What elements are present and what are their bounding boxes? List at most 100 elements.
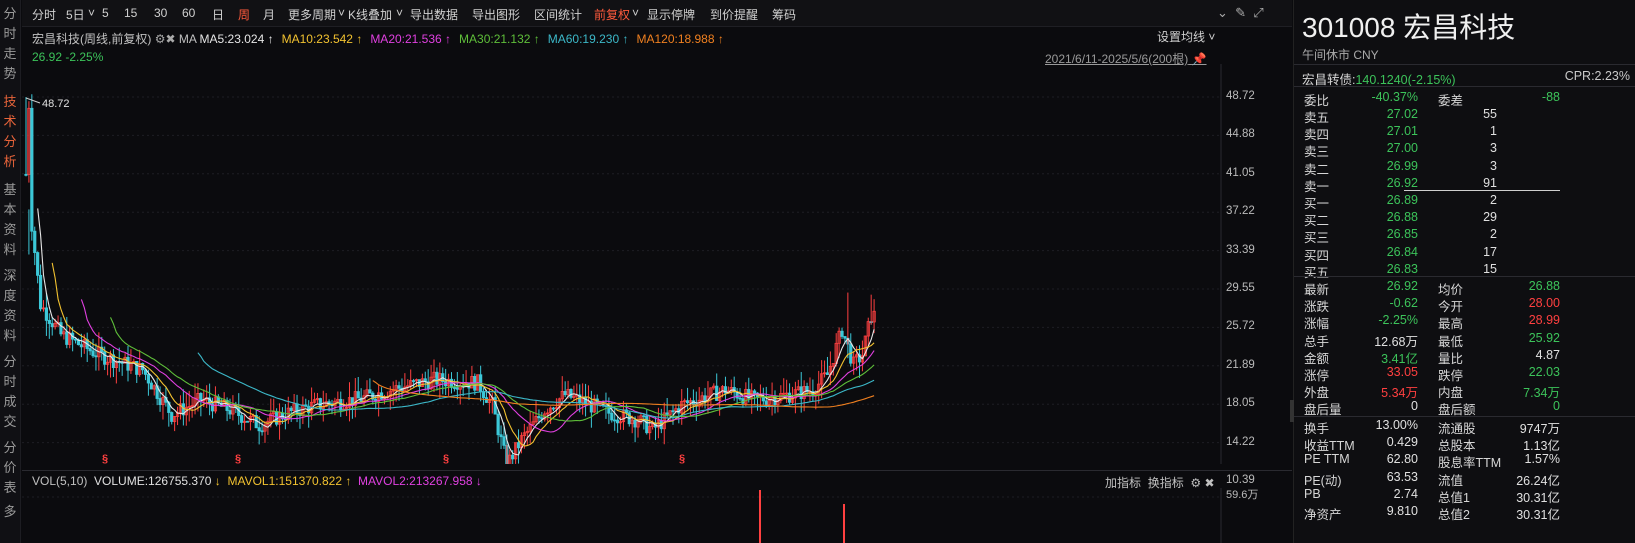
ask-label: 卖一 — [1304, 179, 1330, 194]
toolbar-item-0[interactable]: 分时 — [32, 6, 56, 23]
toolbar-item-12[interactable]: K线叠加 — [348, 6, 392, 23]
nav-tab-4[interactable]: 分时成交 — [0, 352, 20, 432]
stat-value: 26.92 — [1386, 279, 1418, 293]
toolbar-item-19[interactable]: 显示停牌 — [647, 6, 695, 23]
stock-code-name: 301008 宏昌科技 — [1302, 6, 1515, 46]
fund-label: 换手 — [1304, 422, 1330, 436]
nav-tab-1[interactable]: 技术分析 — [0, 92, 20, 172]
chart-header: 宏昌科技(周线,前复权) ⚙✖ MA MA5:23.024 ↑ MA10:23.5… — [32, 30, 732, 47]
candle-body — [36, 252, 40, 276]
nav-tab-3[interactable]: 深度资料 — [0, 266, 20, 346]
candlestick-chart[interactable]: 48.7210.39§§§§ — [22, 64, 1222, 464]
fund-value: 63.53 — [1386, 469, 1418, 484]
candle-body — [764, 400, 768, 405]
panel-scroll-handle[interactable] — [1290, 400, 1294, 422]
nav-tab-2[interactable]: 基本资料 — [0, 180, 20, 260]
toolbar-item-1[interactable]: 5日 — [66, 6, 85, 23]
stat-label: 总手 — [1304, 334, 1330, 349]
nav-tab-5[interactable]: 分价表 — [0, 438, 20, 498]
fund-value: 13.00% — [1375, 418, 1418, 432]
candle-body — [38, 274, 43, 310]
settings-icon[interactable]: ⚙ — [155, 32, 166, 46]
book-divider — [1404, 190, 1560, 191]
candle-body — [24, 173, 28, 176]
bid-price: 26.88 — [1386, 210, 1418, 225]
stat-label: 最高 — [1438, 317, 1464, 332]
toolbar-item-7[interactable]: 日 — [212, 6, 224, 23]
event-marker: § — [102, 453, 108, 464]
stat-label: 最低 — [1438, 334, 1464, 349]
quote-panel: 301008 宏昌科技 午间休市 CNY 宏昌转债:140.1240(-2.15… — [1293, 0, 1635, 543]
toolbar-item-16[interactable]: 区间统计 — [534, 6, 582, 23]
toolbar-item-6[interactable]: 60 — [182, 6, 195, 20]
ask-label: 卖二 — [1304, 162, 1330, 177]
stat-label: 均价 — [1438, 283, 1464, 297]
toolbar-item-8[interactable]: 周 — [238, 6, 250, 23]
set-ma-button[interactable]: 设置均线 ˅ — [1157, 28, 1215, 45]
toolbar-item-10[interactable]: 更多周期 — [288, 6, 336, 23]
ask-price: 27.00 — [1386, 141, 1418, 156]
volume-bar — [759, 490, 761, 543]
toolbar-item-9[interactable]: 月 — [263, 6, 275, 23]
fund-value: 1.13亿 — [1523, 439, 1560, 454]
toolbar-item-4[interactable]: 15 — [124, 6, 137, 20]
toolbar-item-18[interactable]: ˅ — [632, 6, 639, 20]
toolbar-item-14[interactable]: 导出数据 — [410, 6, 458, 23]
brush-icon[interactable]: ✎ — [1235, 5, 1246, 20]
nav-tab-0[interactable]: 分时走势 — [0, 4, 20, 84]
toolbar-item-3[interactable]: 5 — [102, 6, 109, 20]
fund-value: 9.810 — [1386, 504, 1418, 518]
toolbar-item-21[interactable]: 筹码 — [772, 6, 796, 23]
stat-value: 25.92 — [1528, 330, 1560, 345]
candle-body — [50, 323, 54, 328]
toolbar-item-2[interactable]: ˅ — [88, 6, 95, 20]
nav-tab-6[interactable]: 多 — [0, 502, 20, 522]
stat-value: 28.00 — [1528, 296, 1560, 311]
toolbar-item-15[interactable]: 导出图形 — [472, 6, 520, 23]
ask-label: 卖三 — [1304, 145, 1330, 160]
bid-price: 26.83 — [1386, 261, 1418, 276]
volume-header: VOL(5,10) VOLUME:126755.370 ↓ MAVOL1:151… — [32, 474, 482, 488]
vol-title: VOL(5,10) — [32, 474, 88, 488]
toolbar-item-20[interactable]: 到价提醒 — [710, 6, 758, 23]
ask-price: 27.02 — [1386, 107, 1418, 121]
circle-chevron-icon[interactable]: ⌄ — [1217, 5, 1228, 20]
stat-label: 涨幅 — [1304, 317, 1330, 332]
candle-body — [610, 412, 614, 421]
candle-body — [368, 389, 372, 394]
close-icon[interactable]: ✖ — [165, 32, 175, 46]
toolbar-item-13[interactable]: ˅ — [396, 6, 403, 20]
vol-axis-top: 59.6万 — [1226, 489, 1259, 501]
candle-body — [825, 372, 830, 375]
candle-body — [88, 348, 92, 352]
fund-label: 净资产 — [1304, 508, 1342, 522]
ask-price: 26.99 — [1386, 158, 1418, 173]
bid-label: 买二 — [1304, 214, 1330, 229]
weibi-value: -40.37% — [1371, 90, 1418, 104]
bid-volume: 15 — [1483, 261, 1497, 276]
toolbar-item-11[interactable]: ˅ — [338, 6, 345, 20]
fund-value: 2.74 — [1393, 486, 1418, 501]
toolbar-item-17[interactable]: 前复权 — [594, 6, 630, 23]
price-tick: 21.89 — [1226, 358, 1255, 371]
mavol2: MAVOL2:213267.958 — [358, 474, 473, 488]
expand-icon[interactable]: ⤢ — [1253, 5, 1263, 20]
candle-body — [30, 107, 34, 232]
ask-label: 卖五 — [1304, 111, 1330, 125]
ask-volume: 1 — [1490, 124, 1497, 139]
ma-value-0: MA5:23.024 ↑ — [199, 32, 274, 46]
candle-body — [146, 373, 151, 384]
candle-body — [569, 388, 573, 398]
fund-label: PE(动) — [1304, 473, 1342, 488]
ask-volume: 3 — [1490, 158, 1497, 173]
candle-body — [79, 344, 83, 348]
volume-chart[interactable] — [22, 488, 1222, 543]
candle-body — [33, 230, 37, 253]
stat-value: 0 — [1411, 399, 1418, 414]
mavol1: MAVOL1:151370.822 — [227, 474, 342, 488]
ask-volume: 91 — [1483, 175, 1497, 190]
ask-price: 26.92 — [1386, 175, 1418, 190]
stat-value: -2.25% — [1378, 313, 1418, 328]
stat-value: 28.99 — [1528, 313, 1560, 328]
toolbar-item-5[interactable]: 30 — [154, 6, 167, 20]
